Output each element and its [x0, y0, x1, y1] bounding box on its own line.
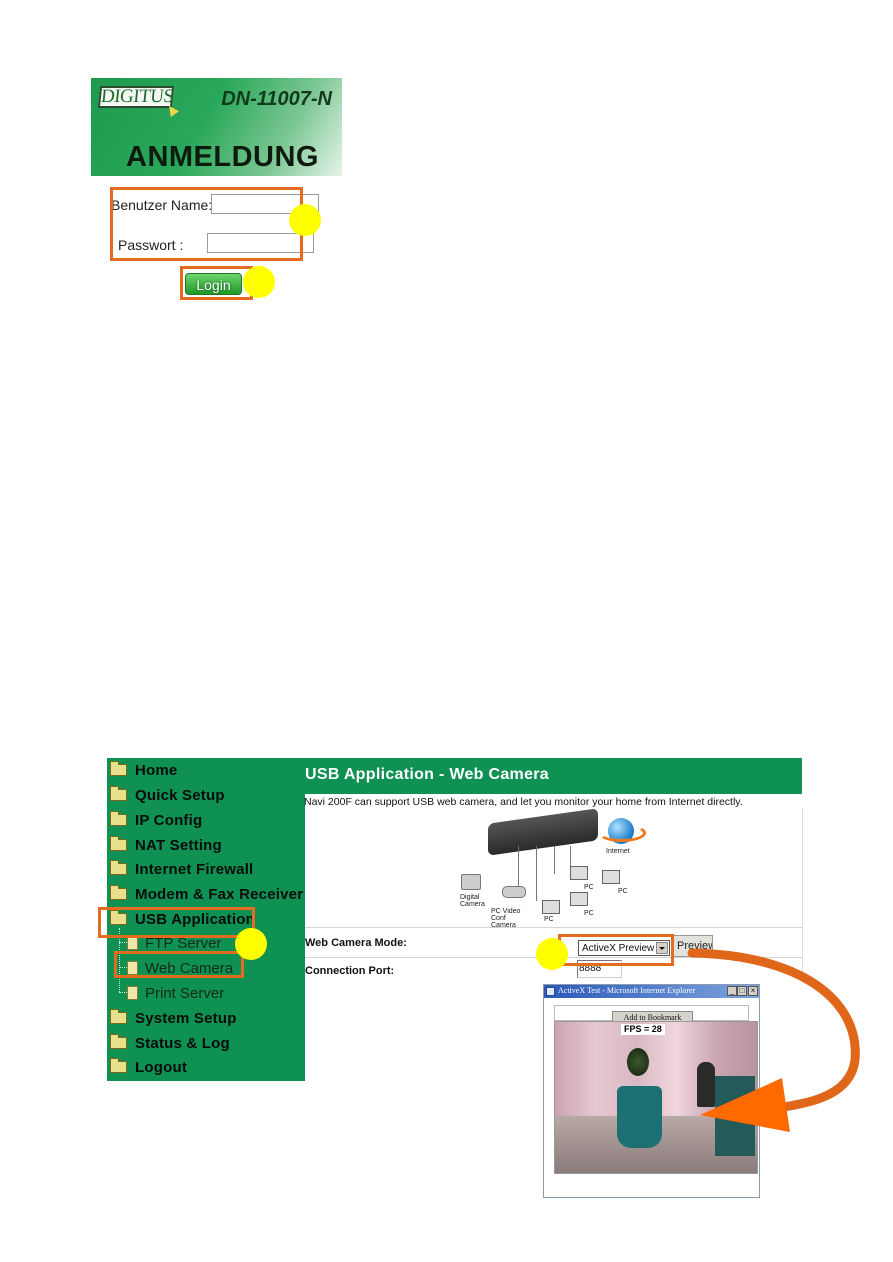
sidebar-item-label: System Setup [135, 1009, 237, 1027]
sidebar-item-logout[interactable]: Logout [110, 1056, 187, 1078]
sidebar-item-label: NAT Setting [135, 836, 222, 854]
activex-preview-window: ActiveX Test - Microsoft Internet Explor… [543, 984, 760, 1198]
sidebar-item-status-log[interactable]: Status & Log [110, 1032, 230, 1054]
internet-label: Internet [606, 848, 630, 855]
model-name: DN-11007-N [221, 88, 332, 110]
pc-icon [570, 892, 588, 906]
sidebar-item-label: Internet Firewall [135, 860, 254, 878]
sidebar-item-nat-setting[interactable]: NAT Setting [110, 834, 222, 856]
pc-label: PC [544, 916, 554, 923]
document-icon [127, 986, 138, 1000]
credentials-highlight [110, 187, 303, 261]
folder-icon [110, 811, 127, 826]
sidebar-item-label: Status & Log [135, 1034, 230, 1052]
document-icon [127, 936, 138, 950]
digital-camera-icon [461, 874, 481, 890]
sidebar-subitem-print-server[interactable]: Print Server [127, 982, 224, 1004]
digitus-logo: DIGITUS [97, 86, 175, 108]
pc-icon [602, 870, 620, 884]
router-icon [488, 808, 598, 856]
folder-icon [110, 786, 127, 801]
sidebar-item-label: Modem & Fax Receiver [135, 885, 304, 903]
video-person [697, 1062, 715, 1107]
pc-label: PC [584, 884, 594, 891]
sidebar-item-home[interactable]: Home [110, 759, 177, 781]
login-heading: ANMELDUNG [126, 141, 319, 173]
login-banner: DIGITUS DN-11007-N ANMELDUNG [91, 78, 342, 176]
sidebar-item-quick-setup[interactable]: Quick Setup [110, 784, 225, 806]
orbit-decoration [598, 824, 646, 842]
page-title: USB Application - Web Camera [305, 766, 549, 783]
pc-video-camera-icon [502, 886, 526, 898]
connection-port-label: Connection Port: [305, 965, 395, 977]
sidebar-item-system-setup[interactable]: System Setup [110, 1007, 237, 1029]
window-title: ActiveX Test - Microsoft Internet Explor… [558, 986, 696, 995]
folder-icon [110, 761, 127, 776]
usb-application-highlight [98, 907, 255, 938]
pc-video-camera-label: PC Video Conf Camera [491, 908, 521, 929]
step-marker [235, 928, 267, 960]
sidebar-item-label: Quick Setup [135, 786, 225, 804]
sidebar-item-ip-config[interactable]: IP Config [110, 809, 202, 831]
cable [518, 846, 519, 886]
folder-icon [110, 860, 127, 875]
video-desk [617, 1086, 662, 1148]
maximize-icon[interactable]: □ [737, 986, 747, 996]
preview-button[interactable]: Preview [673, 935, 713, 957]
web-camera-highlight [114, 951, 244, 978]
fps-label: FPS = 28 [621, 1024, 665, 1035]
video-plant [627, 1048, 649, 1076]
sidebar-subitem-label: Print Server [145, 984, 225, 1002]
cable [570, 846, 571, 868]
sidebar-item-label: IP Config [135, 811, 203, 829]
pc-icon [570, 866, 588, 880]
digital-camera-label: Digital Camera [460, 894, 485, 908]
mode-select-highlight [558, 934, 674, 966]
step-marker [289, 204, 321, 236]
intro-text: Navi 200F can support USB web camera, an… [304, 796, 743, 808]
sidebar-item-label: Logout [135, 1058, 188, 1076]
folder-icon [110, 836, 127, 851]
tree-connector [119, 942, 127, 943]
sidebar-item-internet-firewall[interactable]: Internet Firewall [110, 858, 253, 880]
sidebar-item-label: Home [135, 761, 178, 779]
row-divider [305, 927, 802, 928]
step-marker [243, 266, 275, 298]
window-titlebar[interactable]: ActiveX Test - Microsoft Internet Explor… [544, 985, 759, 998]
camera-video-feed: FPS = 28 [554, 1021, 758, 1174]
pc-icon [542, 900, 560, 914]
pc-label: PC [618, 888, 628, 895]
folder-icon [110, 885, 127, 900]
cable [536, 846, 537, 901]
cable [554, 846, 555, 874]
folder-icon [110, 1009, 127, 1024]
video-cubicle [715, 1076, 755, 1156]
sidebar-item-modem-fax[interactable]: Modem & Fax Receiver [110, 883, 303, 905]
tree-connector [119, 992, 127, 993]
page-header: USB Application - Web Camera [305, 758, 802, 794]
folder-icon [110, 1034, 127, 1049]
ie-icon [546, 987, 555, 996]
step-marker [536, 938, 568, 970]
network-diagram: Internet Digital Camera PC Video Conf Ca… [458, 808, 648, 929]
close-icon[interactable]: × [748, 986, 758, 996]
pc-label: PC [584, 910, 594, 917]
web-camera-mode-label: Web Camera Mode: [305, 937, 407, 949]
minimize-icon[interactable]: _ [727, 986, 737, 996]
folder-icon [110, 1058, 127, 1073]
